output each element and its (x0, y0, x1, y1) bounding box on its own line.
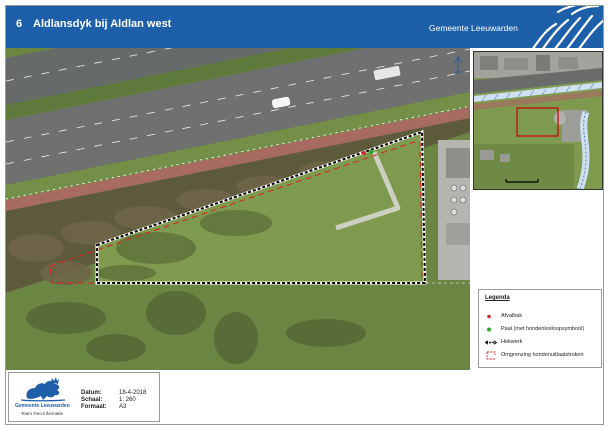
team-name: Team Geo-informatie (21, 411, 64, 416)
info-value: A3 (119, 404, 127, 410)
brand-waves-logo (532, 6, 603, 48)
info-label: Formaat: (81, 404, 107, 410)
post-marker (368, 149, 374, 155)
info-row-format: Formaat: A3 (81, 404, 157, 412)
sheet-number: 6 (16, 18, 23, 30)
org-name: Gemeente Leeuwarden (15, 403, 70, 409)
info-label: Datum: (81, 390, 102, 396)
brand-name: Gemeente Leeuwarden (429, 23, 518, 33)
legend-label: Omgrenzing hondenuitlaatstroken (501, 352, 584, 358)
legend-label: Paal (met hondenlosloopsymbool) (501, 326, 585, 332)
legend-label: Hekwerk (501, 339, 523, 345)
lion-logo-icon (20, 377, 66, 402)
info-label: Schaal: (81, 397, 103, 403)
legend-item-dog-zone: Omgrenzing hondenuitlaatstroken (484, 351, 599, 360)
info-value: 18-4-2018 (119, 390, 147, 396)
sheet-header: 6 Aldlansdyk bij Aldlan west Gemeente Le… (6, 6, 603, 48)
legend-item-fence: Hekwerk (484, 338, 599, 347)
dog-zone-outline-icon (486, 351, 496, 360)
waste-bin-marker (362, 151, 366, 155)
legend-title: Legenda (485, 295, 510, 301)
fence-line-icon (484, 340, 498, 345)
locator-inset-map (473, 51, 603, 190)
map-sheet: 6 Aldlansdyk bij Aldlan west Gemeente Le… (0, 0, 609, 430)
red-dot-icon (487, 314, 491, 319)
main-aerial-map (6, 48, 470, 370)
legend: Legenda Afvalbak Paal (met hondenlosloop… (478, 289, 602, 368)
sheet-title: Aldlansdyk bij Aldlan west (33, 18, 172, 30)
legend-label: Afvalbak (501, 313, 523, 319)
legend-item-waste-bin: Afvalbak (484, 312, 599, 321)
legend-item-post: Paal (met hondenlosloopsymbool) (484, 325, 599, 334)
info-value: 1: 260 (119, 397, 136, 403)
title-block: Gemeente Leeuwarden Team Geo-informatie … (8, 372, 160, 422)
green-dot-icon (487, 327, 491, 332)
